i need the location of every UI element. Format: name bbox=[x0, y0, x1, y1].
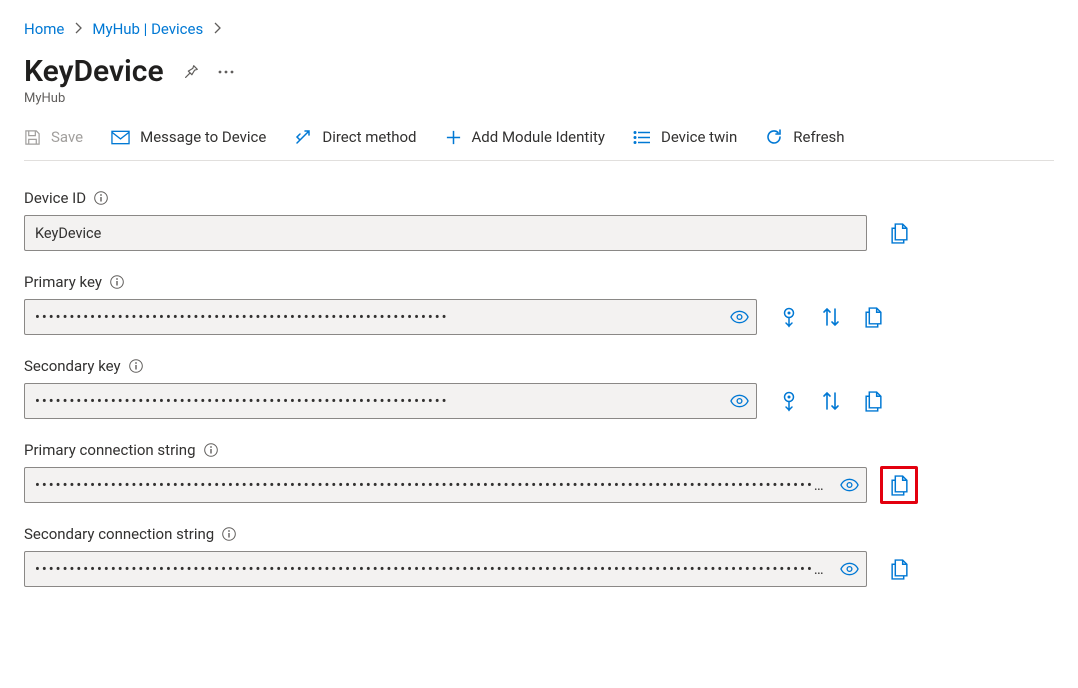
field-label: Primary connection string bbox=[24, 441, 196, 459]
primary-key-input[interactable] bbox=[24, 299, 757, 335]
eye-icon[interactable] bbox=[840, 563, 859, 576]
regenerate-icon[interactable] bbox=[779, 391, 799, 411]
breadcrumb: Home MyHub | Devices bbox=[24, 20, 1054, 38]
copy-icon[interactable] bbox=[889, 475, 909, 495]
info-icon[interactable] bbox=[204, 443, 218, 457]
field-primary-conn: Primary connection string bbox=[24, 441, 1054, 503]
breadcrumb-home[interactable]: Home bbox=[24, 20, 64, 38]
field-label: Device ID bbox=[24, 189, 86, 207]
info-icon[interactable] bbox=[94, 191, 108, 205]
info-icon[interactable] bbox=[129, 359, 143, 373]
breadcrumb-hub[interactable]: MyHub | Devices bbox=[92, 20, 203, 38]
page-title: KeyDevice bbox=[24, 54, 164, 89]
pin-icon[interactable] bbox=[182, 63, 200, 81]
field-label: Secondary connection string bbox=[24, 525, 214, 543]
field-label: Primary key bbox=[24, 273, 102, 291]
more-icon[interactable] bbox=[218, 70, 234, 74]
toolbar: Save Message to Device Direct method Add… bbox=[24, 128, 1054, 161]
regenerate-icon[interactable] bbox=[779, 307, 799, 327]
field-secondary-key: Secondary key bbox=[24, 357, 1054, 419]
direct-method-icon bbox=[294, 128, 312, 146]
primary-conn-input[interactable] bbox=[24, 467, 867, 503]
swap-icon[interactable] bbox=[821, 391, 841, 411]
save-icon bbox=[24, 129, 41, 146]
info-icon[interactable] bbox=[222, 527, 236, 541]
eye-icon[interactable] bbox=[730, 395, 749, 408]
swap-icon[interactable] bbox=[821, 307, 841, 327]
save-button: Save bbox=[24, 128, 83, 146]
eye-icon[interactable] bbox=[840, 479, 859, 492]
info-icon[interactable] bbox=[110, 275, 124, 289]
plus-icon bbox=[445, 129, 462, 146]
add-module-button[interactable]: Add Module Identity bbox=[445, 128, 605, 146]
eye-icon[interactable] bbox=[730, 311, 749, 324]
device-id-input[interactable] bbox=[24, 215, 867, 251]
list-icon bbox=[633, 130, 651, 145]
mail-icon bbox=[111, 130, 130, 145]
direct-method-button[interactable]: Direct method bbox=[294, 128, 416, 146]
field-device-id: Device ID bbox=[24, 189, 1054, 251]
message-button[interactable]: Message to Device bbox=[111, 128, 266, 146]
device-twin-button[interactable]: Device twin bbox=[633, 128, 737, 146]
secondary-key-input[interactable] bbox=[24, 383, 757, 419]
field-primary-key: Primary key bbox=[24, 273, 1054, 335]
refresh-button[interactable]: Refresh bbox=[765, 128, 844, 146]
copy-icon[interactable] bbox=[863, 391, 883, 411]
field-label: Secondary key bbox=[24, 357, 121, 375]
refresh-icon bbox=[765, 128, 783, 146]
subtitle: MyHub bbox=[24, 91, 1054, 106]
copy-icon[interactable] bbox=[863, 307, 883, 327]
copy-icon[interactable] bbox=[889, 559, 909, 579]
chevron-right-icon bbox=[213, 20, 221, 38]
secondary-conn-input[interactable] bbox=[24, 551, 867, 587]
copy-icon[interactable] bbox=[889, 223, 909, 243]
field-secondary-conn: Secondary connection string bbox=[24, 525, 1054, 587]
highlight-box bbox=[880, 466, 918, 504]
chevron-right-icon bbox=[74, 20, 82, 38]
